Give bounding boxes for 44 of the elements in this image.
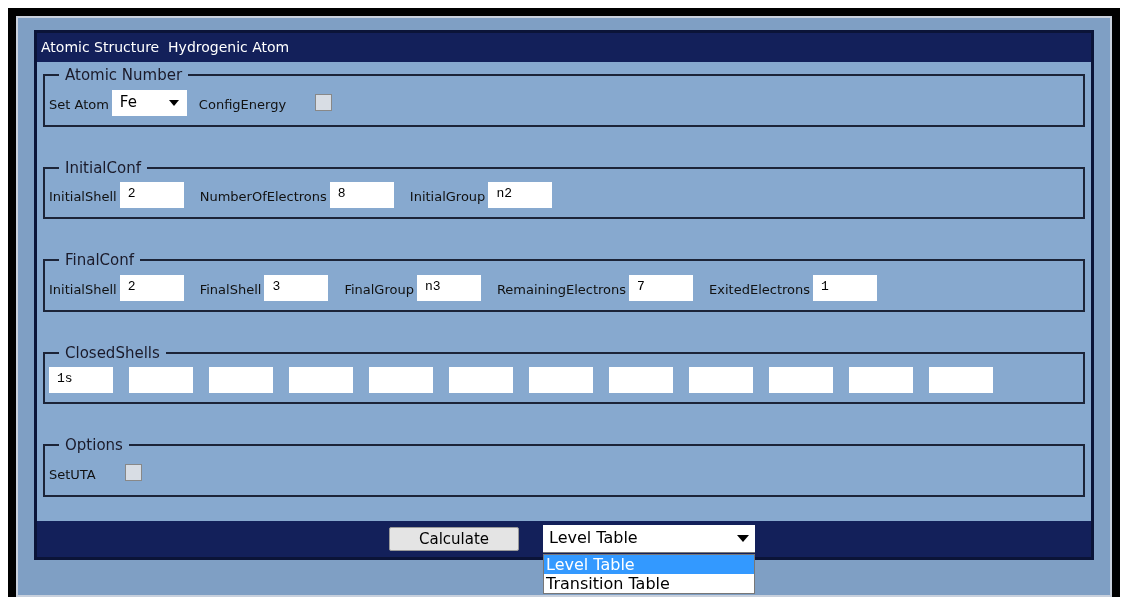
text-field[interactable]	[369, 367, 433, 393]
window-title: Atomic Structure Hydrogenic Atom	[37, 33, 1091, 62]
field-label: ExitedElectrons	[709, 280, 810, 299]
section-title: Options	[64, 435, 124, 456]
text-field[interactable]: 3	[264, 274, 329, 301]
checkbox[interactable]	[124, 464, 142, 481]
section-title: Atomic Number	[64, 65, 184, 86]
text-field[interactable]	[929, 367, 993, 393]
text-field[interactable]: 2	[119, 274, 184, 301]
text-field[interactable]	[609, 367, 673, 393]
text-field[interactable]	[769, 367, 833, 393]
text-field[interactable]: 2	[119, 182, 184, 208]
field-label: FinalShell	[199, 280, 262, 299]
calculate-button[interactable]: Calculate	[389, 526, 519, 551]
text-field[interactable]	[449, 367, 513, 393]
text-field[interactable]: n2	[488, 182, 553, 208]
text-field[interactable]	[849, 367, 913, 393]
text-field[interactable]: 1	[813, 274, 877, 301]
field-label: InitialShell	[49, 188, 117, 207]
text-field[interactable]	[129, 367, 193, 393]
field-label: FinalGroup	[344, 280, 414, 299]
section-title: FinalConf	[64, 250, 136, 271]
table-select[interactable]: Level Table	[543, 524, 755, 553]
text-field[interactable]	[529, 367, 593, 393]
field-label: InitialGroup	[409, 188, 486, 207]
text-field[interactable]	[289, 367, 353, 393]
caret-icon	[737, 534, 749, 542]
atom-select[interactable]: Fe	[111, 89, 187, 116]
field-label: InitialShell	[49, 280, 117, 299]
field-label: Set Atom	[49, 95, 109, 114]
checkbox[interactable]	[315, 94, 333, 111]
field-label: NumberOfElectrons	[199, 188, 327, 207]
field-label: ConfigEnergy	[198, 95, 287, 114]
text-field[interactable]: 8	[329, 182, 394, 208]
text-field[interactable]	[209, 367, 273, 393]
text-field[interactable]: 7	[629, 274, 694, 301]
caret-icon	[168, 99, 179, 106]
text-field[interactable]: n3	[416, 274, 481, 301]
text-field[interactable]: 1s	[49, 367, 113, 393]
section-title: ClosedShells	[64, 342, 161, 364]
field-label: RemainingElectrons	[496, 280, 627, 299]
text-field[interactable]	[689, 367, 753, 393]
section-title: InitialConf	[64, 157, 143, 179]
field-label: SetUTA	[49, 465, 96, 484]
